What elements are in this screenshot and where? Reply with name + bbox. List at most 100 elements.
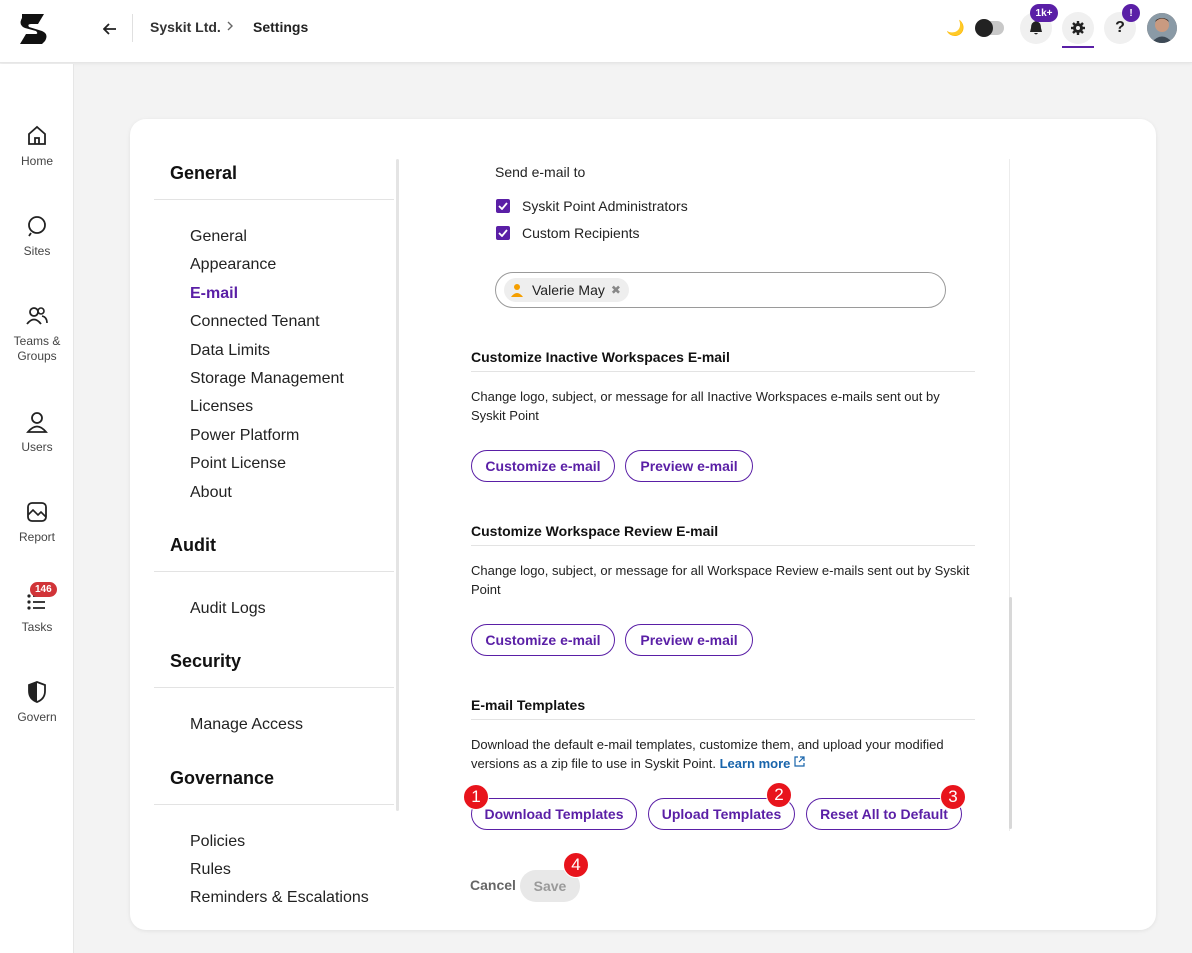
- dark-mode-toggle[interactable]: [975, 19, 1004, 37]
- section-audit: Audit: [170, 535, 216, 555]
- review-email-title: Customize Workspace Review E-mail: [471, 523, 719, 539]
- section-general: General: [170, 163, 238, 183]
- bell-icon: [1030, 21, 1042, 35]
- recipient-name: Valerie May: [532, 282, 605, 298]
- settings-card: General General Appearance E-mail Connec…: [130, 119, 1156, 930]
- recipient-chip: Valerie May ✖: [504, 278, 629, 302]
- recipients-picker[interactable]: Valerie May ✖: [495, 272, 946, 308]
- settings-link-appearance[interactable]: Appearance: [190, 256, 276, 274]
- moon-icon: 🌙: [946, 20, 965, 37]
- remove-chip-icon[interactable]: ✖: [611, 283, 621, 297]
- inactive-customize-button[interactable]: Customize e-mail: [471, 450, 615, 482]
- home-icon: [28, 125, 46, 145]
- back-arrow-icon[interactable]: [98, 17, 122, 41]
- section-security: Security: [170, 651, 242, 671]
- avatar[interactable]: [1147, 13, 1177, 43]
- settings-link-general[interactable]: General: [190, 228, 247, 246]
- divider: [154, 804, 394, 805]
- syskit-logo[interactable]: [16, 11, 52, 47]
- user-icon: [26, 412, 48, 433]
- settings-link-reminders-escalations[interactable]: Reminders & Escalations: [190, 889, 369, 907]
- nav-label: Home: [20, 154, 53, 168]
- tasks-badge: 146: [30, 582, 57, 597]
- notifications-badge: 1k+: [1030, 4, 1058, 22]
- settings-button[interactable]: [1062, 12, 1094, 44]
- settings-link-manage-access[interactable]: Manage Access: [190, 716, 303, 734]
- review-email-description: Change logo, subject, or message for all…: [471, 563, 970, 597]
- learn-more-label: Learn more: [719, 756, 791, 771]
- divider: [471, 719, 975, 720]
- learn-more-link[interactable]: Learn more: [720, 756, 805, 771]
- nav-teams-groups[interactable]: Teams & Groups: [0, 304, 74, 364]
- divider: [154, 199, 394, 200]
- section-governance: Governance: [170, 768, 275, 788]
- settings-link-data-limits[interactable]: Data Limits: [190, 342, 270, 360]
- nav-label: Users: [21, 440, 53, 454]
- breadcrumb-tenant[interactable]: Syskit Ltd.: [150, 19, 221, 35]
- checkbox-syskit-admins[interactable]: Syskit Point Administrators: [496, 198, 688, 214]
- settings-link-power-platform[interactable]: Power Platform: [190, 427, 299, 445]
- sites-icon: [28, 216, 46, 237]
- nav-report[interactable]: Report: [0, 500, 74, 544]
- breadcrumb-separator: [225, 19, 235, 35]
- nav-tasks[interactable]: 146 Tasks: [0, 582, 74, 634]
- divider: [154, 687, 394, 688]
- checkbox-label: Custom Recipients: [522, 225, 640, 241]
- nav-users[interactable]: Users: [0, 410, 74, 454]
- shield-icon: [28, 681, 46, 703]
- inactive-preview-button[interactable]: Preview e-mail: [625, 450, 753, 482]
- send-email-to-label: Send e-mail to: [495, 164, 586, 180]
- nav-label: Govern: [17, 710, 57, 724]
- content-scrollbar[interactable]: [1009, 597, 1012, 829]
- nav-govern[interactable]: Govern: [0, 680, 74, 724]
- settings-link-policies[interactable]: Policies: [190, 833, 245, 851]
- review-customize-button[interactable]: Customize e-mail: [471, 624, 615, 656]
- templates-title: E-mail Templates: [471, 697, 586, 713]
- settings-link-email[interactable]: E-mail: [190, 285, 238, 303]
- nav-label: Report: [18, 530, 56, 544]
- top-bar: Syskit Ltd. Settings 🌙 1k+ ? !: [0, 0, 1192, 63]
- divider: [132, 14, 133, 42]
- checkbox-checked-icon[interactable]: [496, 226, 510, 240]
- person-icon: [511, 284, 523, 297]
- settings-nav-scrollbar[interactable]: [396, 159, 399, 811]
- settings-link-connected-tenant[interactable]: Connected Tenant: [190, 313, 320, 331]
- nav-label: Tasks: [21, 620, 53, 634]
- inactive-email-title: Customize Inactive Workspaces E-mail: [471, 349, 730, 365]
- annotation-1: 1: [463, 784, 489, 810]
- external-link-icon: [794, 756, 805, 767]
- checkbox-custom-recipients[interactable]: Custom Recipients: [496, 225, 640, 241]
- settings-link-audit-logs[interactable]: Audit Logs: [190, 600, 266, 618]
- settings-link-point-license[interactable]: Point License: [190, 455, 286, 473]
- active-indicator: [1062, 46, 1094, 48]
- divider: [471, 545, 975, 546]
- report-icon: [27, 502, 47, 522]
- settings-link-about[interactable]: About: [190, 484, 232, 502]
- templates-description-text: Download the default e-mail templates, c…: [471, 737, 944, 771]
- breadcrumb-settings: Settings: [253, 19, 309, 35]
- nav-label: Sites: [23, 244, 51, 258]
- settings-link-rules[interactable]: Rules: [190, 861, 231, 879]
- nav-home[interactable]: Home: [0, 124, 74, 168]
- main-nav: Home Sites Teams & Groups Users Report 1…: [0, 64, 74, 953]
- review-preview-button[interactable]: Preview e-mail: [625, 624, 753, 656]
- templates-description: Download the default e-mail templates, c…: [471, 735, 975, 773]
- help-badge: !: [1122, 4, 1140, 22]
- reset-all-button[interactable]: Reset All to Default: [806, 798, 962, 830]
- settings-link-licenses[interactable]: Licenses: [190, 398, 253, 416]
- teams-groups-icon: [26, 307, 48, 325]
- email-settings-content: Send e-mail to Syskit Point Administrato…: [463, 159, 976, 929]
- checkbox-label: Syskit Point Administrators: [522, 198, 688, 214]
- checkbox-checked-icon[interactable]: [496, 199, 510, 213]
- divider: [154, 571, 394, 572]
- download-templates-button[interactable]: Download Templates: [471, 798, 637, 830]
- settings-nav: General General Appearance E-mail Connec…: [154, 149, 396, 919]
- divider: [471, 371, 975, 372]
- annotation-2: 2: [766, 782, 792, 808]
- inactive-email-description: Change logo, subject, or message for all…: [471, 389, 940, 423]
- gear-icon: [1071, 21, 1085, 35]
- nav-sites[interactable]: Sites: [0, 214, 74, 258]
- settings-link-storage-management[interactable]: Storage Management: [190, 370, 344, 388]
- cancel-button[interactable]: Cancel: [470, 877, 516, 893]
- annotation-3: 3: [940, 784, 966, 810]
